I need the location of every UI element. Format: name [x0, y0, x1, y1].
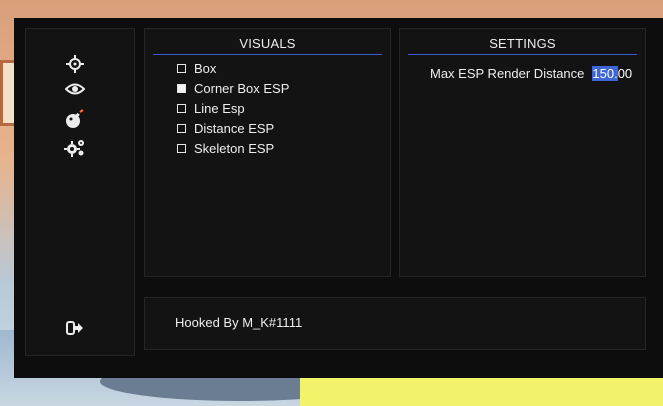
- cheat-menu-panel: VISUALS Box Corner Box ESP Line Esp Dist…: [14, 18, 663, 378]
- option-label: Corner Box ESP: [194, 80, 290, 96]
- checkbox[interactable]: [177, 63, 186, 73]
- settings-section: SETTINGS Max ESP Render Distance 150.00: [399, 28, 646, 277]
- render-distance-input[interactable]: 150.00: [592, 66, 632, 81]
- bomb-icon[interactable]: [64, 108, 86, 130]
- checkbox[interactable]: [177, 123, 186, 133]
- option-distance-esp[interactable]: Distance ESP: [177, 119, 274, 137]
- checkbox[interactable]: [177, 83, 186, 93]
- render-distance-rest-text: 00: [617, 66, 633, 81]
- option-label: Line Esp: [194, 100, 245, 116]
- hooked-by-text: Hooked By M_K#1111: [175, 315, 303, 330]
- option-label: Skeleton ESP: [194, 140, 275, 156]
- settings-title: SETTINGS: [489, 36, 556, 51]
- logout-icon[interactable]: [64, 317, 86, 339]
- footer-section: Hooked By M_K#1111: [144, 297, 646, 350]
- checkbox[interactable]: [177, 103, 186, 113]
- gears-icon[interactable]: [64, 137, 86, 159]
- eye-icon[interactable]: [64, 78, 86, 100]
- render-distance-row: Max ESP Render Distance 150.00: [430, 66, 632, 81]
- settings-title-underline: [408, 54, 637, 55]
- checkbox[interactable]: [177, 143, 186, 153]
- sidebar: [25, 28, 135, 356]
- render-distance-selected-text: 150.: [592, 66, 618, 81]
- visuals-title-underline: [153, 54, 382, 55]
- option-label: Distance ESP: [194, 120, 275, 136]
- option-box[interactable]: Box: [177, 59, 216, 77]
- crosshair-icon[interactable]: [64, 53, 86, 75]
- render-distance-label: Max ESP Render Distance: [430, 66, 585, 81]
- option-corner-box-esp[interactable]: Corner Box ESP: [177, 79, 289, 97]
- option-line-esp[interactable]: Line Esp: [177, 99, 245, 117]
- visuals-title: VISUALS: [239, 36, 296, 51]
- background-yellow-strip: [300, 378, 663, 406]
- visuals-section: VISUALS Box Corner Box ESP Line Esp Dist…: [144, 28, 391, 277]
- option-skeleton-esp[interactable]: Skeleton ESP: [177, 139, 274, 157]
- option-label: Box: [194, 60, 217, 76]
